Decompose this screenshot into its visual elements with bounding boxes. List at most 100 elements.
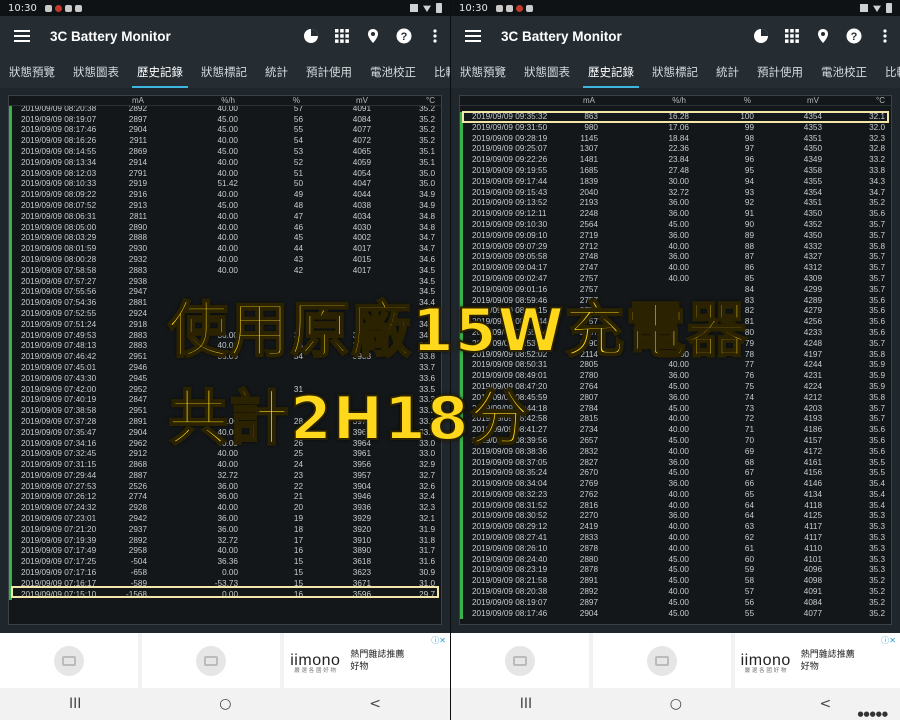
tab-item[interactable]: 歷史記錄 (579, 64, 643, 88)
table-row[interactable]: 2019/09/09 09:25:07 1307 22.36 97 4350 32.8 (460, 144, 891, 156)
ad-close-icon[interactable]: ⓘ✕ (431, 635, 446, 646)
table-row[interactable]: 2019/09/09 07:17:49 2958 40.00 16 3890 31.7 (9, 546, 441, 558)
table-row[interactable]: 2019/09/09 08:16:26 2911 40.00 54 4072 35.2 (9, 136, 441, 147)
home-button[interactable]: ○ (219, 696, 231, 712)
table-row[interactable]: 2019/09/09 07:29:44 2887 32.72 23 3957 32.7 (9, 470, 441, 482)
table-row[interactable]: 2019/09/09 08:06:31 2811 40.00 47 4034 34.8 (9, 211, 441, 223)
tab-item[interactable]: 統計 (256, 64, 297, 88)
ad-image-placeholder[interactable] (142, 633, 281, 688)
ad-image-placeholder[interactable] (592, 633, 731, 688)
table-row[interactable]: 2019/09/09 09:19:55 1685 27.48 95 4358 33.8 (460, 165, 891, 177)
table-row[interactable]: 2019/09/09 07:17:16 -658 0.00 15 3623 30.9 (9, 568, 441, 579)
table-row[interactable]: 2019/09/09 08:34:04 2769 36.00 66 4146 35.4 (460, 479, 891, 490)
ad-image-placeholder[interactable] (0, 633, 139, 688)
table-row[interactable]: 2019/09/09 07:23:01 2942 36.00 19 3929 32.1 (9, 514, 441, 525)
table-row[interactable]: 2019/09/09 08:10:33 2919 51.42 50 4047 35.0 (9, 179, 441, 191)
table-row[interactable]: 2019/09/09 08:35:24 2670 45.00 67 4156 35.5 (460, 468, 891, 480)
table-row[interactable]: 2019/09/09 07:26:12 2774 36.00 21 3946 32.4 (9, 492, 441, 504)
table-row[interactable]: 2019/09/09 08:05:00 2890 40.00 46 4030 34.8 (9, 222, 441, 234)
tab-item[interactable]: 狀態圖表 (515, 64, 579, 88)
ad-banner[interactable]: iimono 嚴 選 各 國 好 物 熱門雜誌推薦好物 ⓘ✕ (451, 633, 900, 688)
table-row[interactable]: 2019/09/09 08:03:29 2888 40.00 45 4002 34.7 (9, 233, 441, 245)
table-row[interactable]: 2019/09/09 08:21:58 2891 45.00 58 4098 35.2 (460, 576, 891, 588)
menu-icon[interactable] (14, 30, 30, 42)
table-row[interactable]: 2019/09/09 08:29:12 2419 40.00 63 4117 35.3 (460, 522, 891, 534)
recents-button[interactable]: III (520, 696, 532, 712)
table-row[interactable]: 2019/09/09 08:19:07 2897 45.00 56 4084 35.2 (460, 597, 891, 609)
table-row[interactable]: 2019/09/09 09:07:29 2712 40.00 88 4332 35.8 (460, 241, 891, 253)
tab-item[interactable]: 預計使用 (748, 64, 812, 88)
table-row[interactable]: 2019/09/09 09:10:30 2564 45.00 90 4352 35.7 (460, 219, 891, 231)
table-row[interactable]: 2019/09/09 07:31:15 2868 40.00 24 3956 32.9 (9, 460, 441, 471)
table-row[interactable]: 2019/09/09 08:17:46 2904 45.00 55 4077 35.2 (460, 608, 891, 620)
table-row[interactable]: 2019/09/09 08:19:07 2897 45.00 56 4084 35.2 (9, 114, 441, 126)
location-pin-icon[interactable] (807, 24, 838, 48)
table-row[interactable]: 2019/09/09 08:01:59 2930 40.00 44 4017 34.7 (9, 244, 441, 255)
back-button[interactable]: < (819, 696, 831, 712)
tab-item[interactable]: 狀態預覽 (451, 64, 515, 88)
table-row[interactable]: 2019/09/09 08:17:46 2904 45.00 55 4077 35.2 (9, 125, 441, 137)
recents-button[interactable]: III (69, 696, 81, 712)
table-row[interactable]: 2019/09/09 08:37:05 2827 36.00 68 4161 35.5 (460, 457, 891, 469)
tab-item[interactable]: 比較 (425, 64, 450, 88)
tab-item[interactable]: 狀態圖表 (64, 64, 128, 88)
table-row[interactable]: 2019/09/09 08:09:22 2916 40.00 49 4044 34.9 (9, 190, 441, 201)
menu-icon[interactable] (465, 30, 481, 42)
tab-item[interactable]: 狀態預覽 (0, 64, 64, 88)
table-row[interactable]: 2019/09/09 07:58:58 2883 40.00 42 4017 34.5 (9, 265, 441, 277)
table-row[interactable]: 2019/09/09 08:14:55 2869 45.00 53 4065 35.1 (9, 146, 441, 158)
tab-item[interactable]: 統計 (707, 64, 748, 88)
more-options-icon[interactable] (419, 24, 450, 48)
table-row[interactable]: 2019/09/09 09:31:50 980 17.06 99 4353 32.0 (460, 122, 891, 134)
table-row[interactable]: 2019/09/09 09:13:52 2193 36.00 92 4351 35.2 (460, 198, 891, 210)
tab-item[interactable]: 狀態標記 (643, 64, 707, 88)
table-row[interactable]: 2019/09/09 08:27:41 2833 40.00 62 4117 35.3 (460, 533, 891, 544)
back-button[interactable]: < (369, 696, 381, 712)
table-row[interactable]: 2019/09/09 08:24:40 2880 45.00 60 4101 35.3 (460, 554, 891, 566)
table-row[interactable]: 2019/09/09 09:28:19 1145 18.84 98 4351 32.3 (460, 133, 891, 145)
pie-chart-icon[interactable] (745, 24, 776, 48)
more-options-icon[interactable] (869, 24, 900, 48)
table-row[interactable]: 2019/09/09 09:09:10 2719 36.00 89 4350 35.7 (460, 230, 891, 242)
tab-item[interactable]: 歷史記錄 (128, 64, 192, 88)
table-row[interactable]: 2019/09/09 08:13:34 2914 40.00 52 4059 35.1 (9, 157, 441, 169)
tab-item[interactable]: 預計使用 (297, 64, 361, 88)
table-row[interactable]: 2019/09/09 08:20:38 2892 40.00 57 4091 35.2 (460, 587, 891, 598)
table-row[interactable]: 2019/09/09 08:23:19 2878 45.00 59 4096 35.3 (460, 565, 891, 577)
table-row[interactable]: 2019/09/09 08:31:52 2816 40.00 64 4118 35.4 (460, 500, 891, 512)
tab-item[interactable]: 比較 (876, 64, 900, 88)
table-row[interactable]: 2019/09/09 08:26:10 2878 40.00 61 4110 35.3 (460, 543, 891, 555)
table-row[interactable]: 2019/09/09 07:27:53 2526 36.00 22 3904 32.6 (9, 481, 441, 493)
table-row[interactable]: 2019/09/09 09:15:43 2040 32.72 93 4354 34.7 (460, 187, 891, 199)
table-row[interactable]: 2019/09/09 09:04:17 2747 40.00 86 4312 35.7 (460, 263, 891, 274)
help-icon[interactable]: ? (838, 24, 869, 48)
table-row[interactable]: 2019/09/09 09:17:44 1839 30.00 94 4355 34.3 (460, 176, 891, 188)
table-row[interactable]: 2019/09/09 09:05:58 2748 36.00 87 4327 35.7 (460, 252, 891, 264)
ad-image-placeholder[interactable] (451, 633, 589, 688)
table-row[interactable]: 2019/09/09 08:00:28 2932 40.00 43 4015 34.6 (9, 254, 441, 266)
table-row[interactable]: 2019/09/09 07:24:32 2928 40.00 20 3936 32.3 (9, 503, 441, 515)
ad-text-block[interactable]: iimono 嚴 選 各 國 好 物 熱門雜誌推薦好物 ⓘ✕ (734, 633, 900, 688)
pie-chart-icon[interactable] (295, 24, 326, 48)
tab-item[interactable]: 電池校正 (361, 64, 425, 88)
table-row[interactable]: 2019/09/09 08:07:52 2913 45.00 48 4038 34.9 (9, 200, 441, 212)
table-row[interactable]: 2019/09/09 09:22:26 1481 23.84 96 4349 33.2 (460, 155, 891, 166)
grid-icon[interactable] (326, 24, 357, 48)
ad-text-block[interactable]: iimono 嚴 選 各 國 好 物 熱門雜誌推薦好物 ⓘ✕ (284, 633, 450, 688)
grid-icon[interactable] (776, 24, 807, 48)
table-row[interactable]: 2019/09/09 07:19:39 2892 32.72 17 3910 31.8 (9, 535, 441, 547)
table-row[interactable]: 2019/09/09 08:32:23 2762 40.00 65 4134 35.4 (460, 489, 891, 501)
ad-close-icon[interactable]: ⓘ✕ (881, 635, 896, 646)
ad-banner[interactable]: iimono 嚴 選 各 國 好 物 熱門雜誌推薦好物 ⓘ✕ (0, 633, 450, 688)
location-pin-icon[interactable] (357, 24, 388, 48)
help-icon[interactable]: ? (388, 24, 419, 48)
table-row[interactable]: 2019/09/09 07:17:25 -504 36.36 15 3618 31.6 (9, 557, 441, 569)
table-row[interactable]: 2019/09/09 08:30:52 2270 36.00 64 4125 35.3 (460, 511, 891, 523)
tab-item[interactable]: 狀態標記 (192, 64, 256, 88)
table-row[interactable]: 2019/09/09 07:21:20 2937 36.00 18 3920 31.9 (9, 524, 441, 536)
table-row[interactable]: 2019/09/09 09:12:11 2248 36.00 91 4350 35.6 (460, 209, 891, 220)
home-button[interactable]: ○ (670, 696, 682, 712)
tab-item[interactable]: 電池校正 (812, 64, 876, 88)
table-row[interactable]: 2019/09/09 08:12:03 2791 40.00 51 4054 35.0 (9, 168, 441, 180)
table-cell: 2019/09/09 09:31:50 (472, 122, 548, 132)
